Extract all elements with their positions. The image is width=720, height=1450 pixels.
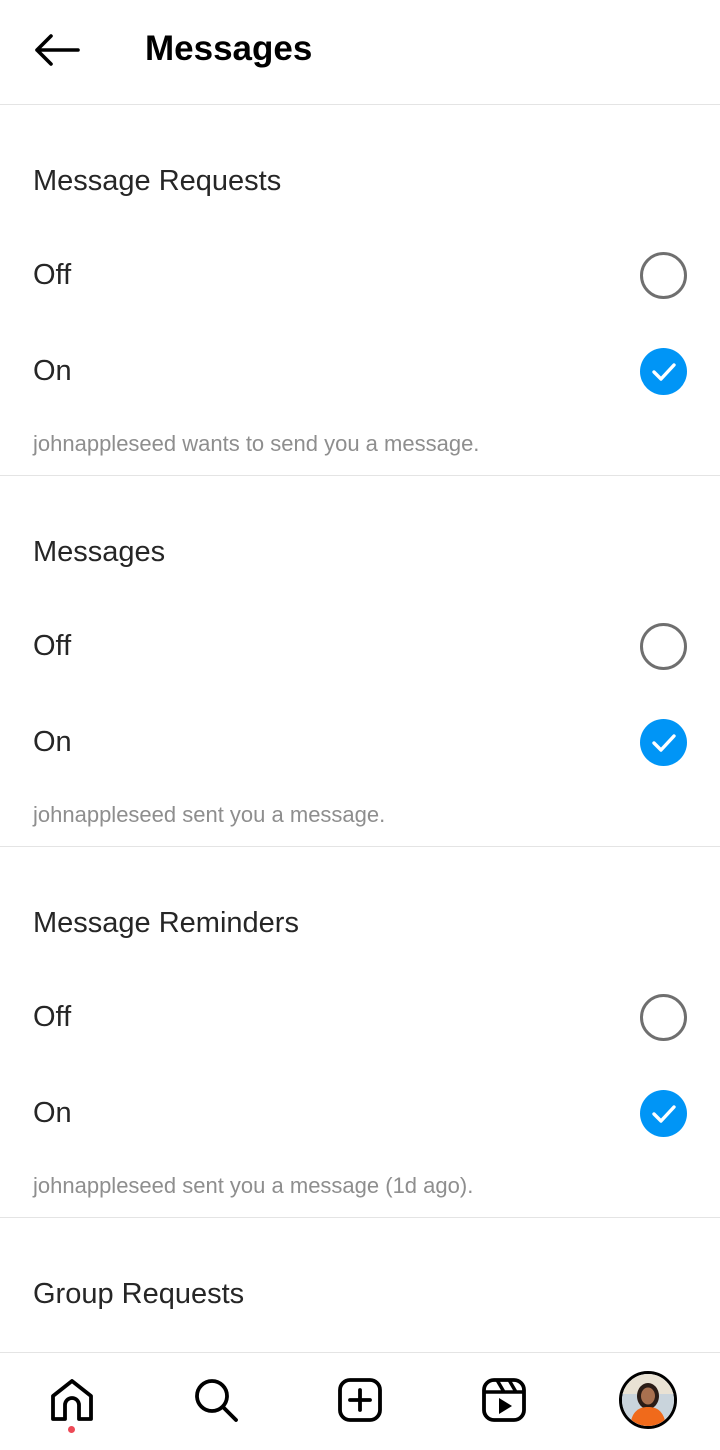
option-on[interactable]: On: [0, 1077, 720, 1149]
avatar-image: [622, 1374, 674, 1426]
bottom-nav: [0, 1352, 720, 1450]
back-button[interactable]: [26, 24, 86, 76]
profile-avatar: [619, 1371, 677, 1429]
page-title: Messages: [145, 29, 313, 68]
checkmark-icon: [651, 733, 676, 752]
radio-button-checked[interactable]: [640, 348, 687, 395]
radio-button-checked[interactable]: [640, 1090, 687, 1137]
option-label: Off: [33, 1001, 72, 1033]
section-description: johnappleseed sent you a message.: [33, 802, 386, 827]
nav-search[interactable]: [181, 1365, 251, 1435]
home-icon: [51, 1379, 93, 1421]
option-off[interactable]: Off: [0, 239, 720, 311]
option-label: On: [33, 355, 72, 387]
radio-button-unchecked[interactable]: [640, 252, 687, 299]
settings-list: Message Requests Off On johnappleseed wa…: [0, 105, 720, 1328]
option-on[interactable]: On: [0, 706, 720, 778]
section-message-requests: Message Requests Off On johnappleseed wa…: [0, 105, 720, 476]
section-description: johnappleseed wants to send you a messag…: [33, 431, 480, 456]
section-messages: Messages Off On johnappleseed sent you a…: [0, 476, 720, 847]
nav-home[interactable]: [37, 1365, 107, 1435]
radio-button-unchecked[interactable]: [640, 623, 687, 670]
section-title: Message Reminders: [33, 907, 299, 939]
arrow-left-icon: [35, 34, 80, 66]
option-label: Off: [33, 630, 72, 662]
radio-button-unchecked[interactable]: [640, 994, 687, 1041]
option-off[interactable]: Off: [0, 610, 720, 682]
section-message-reminders: Message Reminders Off On johnappleseed s…: [0, 847, 720, 1218]
option-on[interactable]: On: [0, 335, 720, 407]
option-off[interactable]: Off: [0, 981, 720, 1053]
checkmark-icon: [651, 362, 676, 381]
radio-button-checked[interactable]: [640, 719, 687, 766]
search-icon: [195, 1379, 238, 1422]
option-label: On: [33, 1097, 72, 1129]
notification-dot: [68, 1426, 75, 1433]
reels-icon: [482, 1378, 526, 1422]
section-description: johnappleseed sent you a message (1d ago…: [33, 1173, 474, 1198]
nav-profile[interactable]: [613, 1365, 683, 1435]
option-label: Off: [33, 259, 72, 291]
header: Messages: [0, 0, 720, 105]
section-title: Message Requests: [33, 165, 282, 197]
option-label: On: [33, 726, 72, 758]
create-icon: [338, 1378, 382, 1422]
section-group-requests: Group Requests: [0, 1218, 720, 1328]
nav-reels[interactable]: [469, 1365, 539, 1435]
section-title: Messages: [33, 536, 166, 568]
nav-create[interactable]: [325, 1365, 395, 1435]
section-title: Group Requests: [33, 1278, 245, 1310]
checkmark-icon: [651, 1104, 676, 1123]
